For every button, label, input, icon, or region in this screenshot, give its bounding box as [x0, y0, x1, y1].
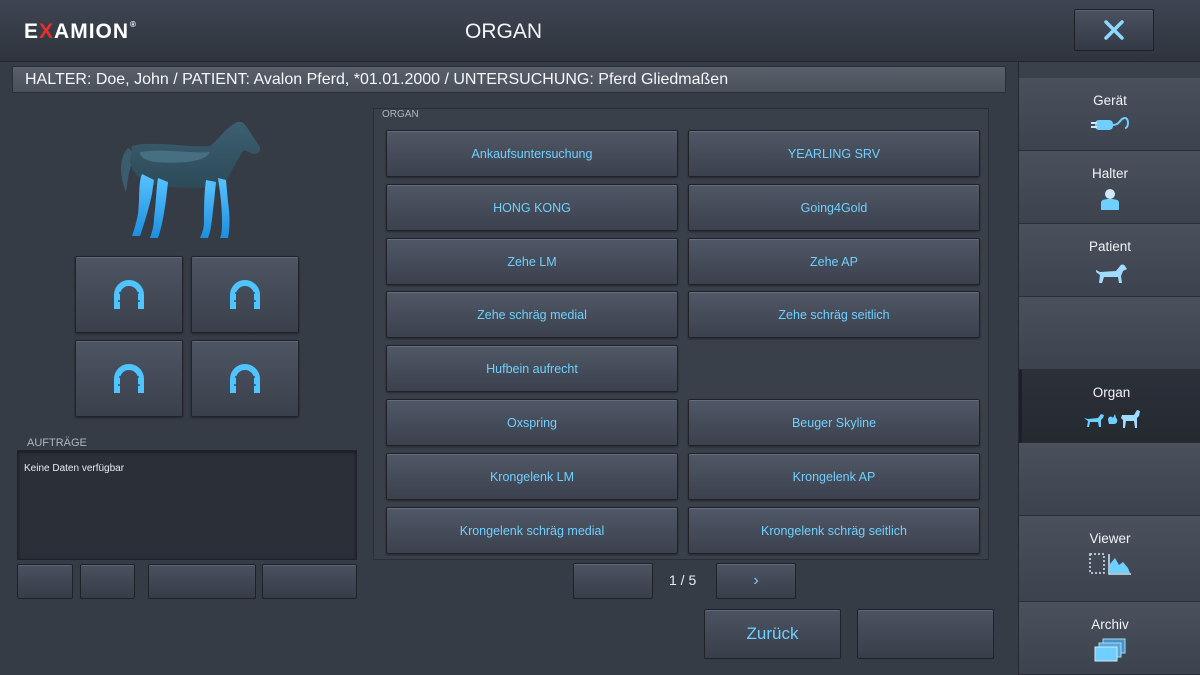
logo-registered-mark: ®	[130, 20, 137, 29]
organ-button[interactable]: Zehe LM	[386, 238, 678, 285]
header-bar: EXAMION® ORGAN	[0, 0, 1200, 62]
hoof-front-right-button[interactable]	[191, 256, 299, 333]
previous-page-button[interactable]	[573, 563, 653, 599]
sidebar-item-label: Halter	[1091, 166, 1128, 181]
archive-folders-icon	[1094, 638, 1126, 662]
organ-button[interactable]: Beuger Skyline	[688, 399, 980, 446]
organ-button[interactable]: Krongelenk schräg seitlich	[688, 507, 980, 554]
page-indicator: 1 / 5	[669, 572, 697, 588]
dog-icon	[1096, 264, 1127, 283]
sidebar-item-label: Viewer	[1089, 531, 1131, 546]
hoof-hind-right-button[interactable]	[191, 340, 299, 417]
orders-button-4[interactable]	[262, 564, 357, 599]
back-button[interactable]: Zurück	[704, 609, 841, 659]
sidebar-item-label: Gerät	[1093, 93, 1127, 108]
organ-button[interactable]: Krongelenk AP	[688, 453, 980, 500]
close-button[interactable]	[1074, 9, 1154, 51]
sidebar-item-patient[interactable]: Patient	[1019, 224, 1200, 297]
next-page-button[interactable]: ›	[716, 563, 796, 599]
orders-button-1[interactable]	[17, 564, 73, 599]
examion-logo: EXAMION®	[24, 20, 137, 44]
logo-pre: E	[24, 20, 40, 43]
organ-button[interactable]: Krongelenk schräg medial	[386, 507, 678, 554]
logo-post: AMION	[54, 20, 130, 43]
viewer-histogram-icon	[1089, 553, 1131, 575]
horseshoe-icon	[114, 279, 144, 309]
sidebar-empty-slot	[1019, 297, 1200, 370]
organ-button[interactable]: Zehe schräg seitlich	[688, 291, 980, 338]
horseshoe-icon	[114, 363, 144, 393]
sidebar-empty-slot	[1019, 443, 1200, 516]
sidebar-item-viewer[interactable]: Viewer	[1019, 516, 1200, 602]
horseshoe-icon	[230, 279, 260, 309]
chevron-right-icon: ›	[753, 572, 759, 589]
orders-label: AUFTRÄGE	[27, 437, 87, 449]
sidebar-item-archiv[interactable]: Archiv	[1019, 602, 1200, 675]
sidebar-item-organ[interactable]: Organ	[1019, 370, 1200, 443]
organ-button[interactable]: Oxspring	[386, 399, 678, 446]
sidebar-item-halter[interactable]: Halter	[1019, 151, 1200, 224]
hoof-hind-left-button[interactable]	[75, 340, 183, 417]
organ-button[interactable]: Krongelenk LM	[386, 453, 678, 500]
organ-button[interactable]: YEARLING SRV	[688, 130, 980, 177]
device-plug-icon	[1091, 116, 1129, 130]
close-icon	[1104, 20, 1124, 40]
sidebar-item-label: Patient	[1088, 239, 1132, 254]
patient-info-bar: HALTER: Doe, John / PATIENT: Avalon Pfer…	[12, 66, 1006, 93]
owner-person-icon	[1101, 189, 1119, 210]
animals-icon	[1083, 410, 1140, 428]
organ-button[interactable]: Hufbein aufrecht	[386, 345, 678, 392]
orders-list[interactable]: Keine Daten verfügbar	[17, 450, 357, 560]
organ-panel-label: ORGAN	[382, 109, 419, 120]
horseshoe-icon	[230, 363, 260, 393]
organ-button[interactable]: Going4Gold	[688, 184, 980, 231]
sidebar-item-label: Archiv	[1091, 617, 1129, 632]
organ-button[interactable]: Zehe AP	[688, 238, 980, 285]
page-title: ORGAN	[465, 20, 543, 43]
next-action-button[interactable]	[857, 609, 994, 659]
hoof-front-left-button[interactable]	[75, 256, 183, 333]
organ-button[interactable]: Ankaufsuntersuchung	[386, 130, 678, 177]
orders-button-3[interactable]	[148, 564, 256, 599]
horse-icon	[110, 118, 280, 246]
organ-button[interactable]: HONG KONG	[386, 184, 678, 231]
orders-empty-text: Keine Daten verfügbar	[24, 463, 125, 474]
sidebar-item-geraet[interactable]: Gerät	[1019, 78, 1200, 151]
organ-button[interactable]: Zehe schräg medial	[386, 291, 678, 338]
logo-x: X	[39, 20, 55, 43]
right-sidebar: Gerät Halter Patient Organ Viewer Archiv	[1018, 62, 1200, 675]
sidebar-item-label: Organ	[1092, 385, 1131, 400]
orders-button-2[interactable]	[80, 564, 135, 599]
